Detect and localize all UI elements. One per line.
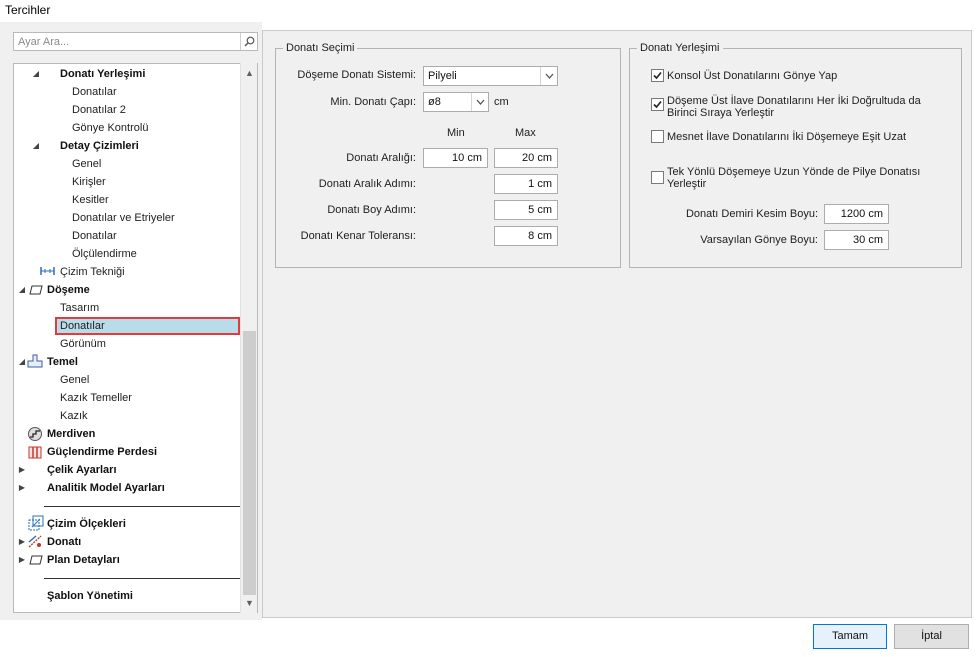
cap-unit: cm: [494, 96, 509, 108]
expand-icon[interactable]: ▶: [17, 461, 27, 479]
aralik-adimi-label: Donatı Aralık Adımı:: [318, 178, 416, 190]
kesim-label: Donatı Demiri Kesim Boyu:: [685, 208, 818, 220]
aralik-adimi-input[interactable]: 1 cm: [494, 174, 558, 194]
ok-button[interactable]: Tamam: [813, 624, 887, 649]
konsol-gonye-checkbox[interactable]: [651, 69, 664, 82]
tree-item-temel-genel[interactable]: Genel: [60, 371, 89, 389]
kesim-input[interactable]: 1200 cm: [824, 204, 889, 224]
tree-item-celik-ayarlari[interactable]: Çelik Ayarları: [47, 461, 117, 479]
sistem-value: Pilyeli: [428, 70, 457, 82]
tree-item-tasarim[interactable]: Tasarım: [60, 299, 99, 317]
tree-item-cizim-teknigi[interactable]: Çizim Tekniği: [60, 263, 125, 281]
tree-item-temel[interactable]: Temel: [47, 353, 78, 371]
cap-value: ø8: [428, 96, 441, 108]
window-title: Tercihler: [5, 3, 51, 17]
collapse-icon[interactable]: ◢: [31, 137, 41, 155]
cap-label: Min. Donatı Çapı:: [330, 96, 416, 108]
kenar-label: Donatı Kenar Toleransı:: [300, 230, 416, 242]
tree-item-kesitler[interactable]: Kesitler: [72, 191, 109, 209]
max-header: Max: [515, 127, 536, 139]
boy-adimi-label: Donatı Boy Adımı:: [327, 204, 416, 216]
expand-icon[interactable]: ▶: [17, 533, 27, 551]
tree-separator: [44, 578, 240, 579]
tree-item-olculendirme[interactable]: Ölçülendirme: [72, 245, 137, 263]
collapse-icon[interactable]: ◢: [17, 281, 27, 299]
cancel-button[interactable]: İptal: [894, 624, 969, 649]
boy-adimi-input[interactable]: 5 cm: [494, 200, 558, 220]
gonye-label: Varsayılan Gönye Boyu:: [700, 234, 818, 246]
rebar-icon: [28, 535, 42, 548]
tek-yonlu-label-line1: Tek Yönlü Döşemeye Uzun Yönde de Pilye D…: [667, 166, 921, 178]
tree-item-kazik[interactable]: Kazık: [60, 407, 88, 425]
foundation-icon: [27, 354, 43, 368]
plan-details-icon: [29, 555, 43, 565]
tree-item-donatilar-detay[interactable]: Donatılar: [72, 227, 117, 245]
tree-item-guclendirme-perdesi[interactable]: Güçlendirme Perdesi: [47, 443, 157, 461]
slab-icon: [29, 285, 43, 295]
ust-ilave-label: Döşeme Üst İlave Donatılarını Her İki Do…: [667, 95, 921, 119]
tree-item-genel[interactable]: Genel: [72, 155, 101, 173]
tree-item-analitik-model[interactable]: Analitik Model Ayarları: [47, 479, 165, 497]
min-header: Min: [447, 127, 465, 139]
collapse-icon[interactable]: ◢: [17, 353, 27, 371]
tree-item-donatilar-2[interactable]: Donatılar 2: [72, 101, 126, 119]
araligi-min-input[interactable]: 10 cm: [423, 148, 488, 168]
konsol-gonye-label: Konsol Üst Donatılarını Gönye Yap: [667, 70, 838, 82]
tree-item-donatilar[interactable]: Donatılar: [72, 83, 117, 101]
collapse-icon[interactable]: ◢: [31, 65, 41, 83]
drawing-technique-icon: [40, 267, 55, 275]
sistem-dropdown[interactable]: Pilyeli: [423, 66, 558, 86]
tree-item-doseme-donatilar[interactable]: Donatılar: [55, 317, 240, 335]
ust-ilave-checkbox[interactable]: [651, 98, 664, 111]
check-icon: [653, 100, 662, 109]
search-icon: [244, 36, 254, 47]
mesnet-ilave-label: Mesnet İlave Donatılarını İki Döşemeye E…: [667, 131, 907, 143]
strengthening-wall-icon: [28, 446, 42, 459]
tek-yonlu-checkbox[interactable]: [651, 171, 664, 184]
tree-item-donati[interactable]: Donatı: [47, 533, 81, 551]
tek-yonlu-label: Tek Yönlü Döşemeye Uzun Yönde de Pilye D…: [667, 166, 920, 190]
tree-item-detay-cizimleri[interactable]: Detay Çizimleri: [60, 137, 139, 155]
tree-item-sablon-yonetimi[interactable]: Şablon Yönetimi: [47, 587, 133, 605]
ust-ilave-label-line2: Birinci Sıraya Yerleştir: [667, 107, 774, 119]
araligi-label: Donatı Aralığı:: [346, 152, 416, 164]
tree-item-kirisler[interactable]: Kirişler: [72, 173, 106, 191]
tree-item-kazik-temeller[interactable]: Kazık Temeller: [60, 389, 132, 407]
cap-dropdown[interactable]: ø8: [423, 92, 489, 112]
tree-item-gorunum[interactable]: Görünüm: [60, 335, 106, 353]
group-title: Donatı Seçimi: [286, 42, 355, 54]
tree-item-merdiven[interactable]: Merdiven: [47, 425, 95, 443]
tree-item-doseme[interactable]: Döşeme: [47, 281, 90, 299]
group-title: Donatı Yerleşimi: [640, 42, 720, 54]
tree-item-donati-yerlesimi[interactable]: Donatı Yerleşimi: [60, 65, 145, 83]
stairs-icon: [28, 427, 42, 441]
araligi-max-input[interactable]: 20 cm: [494, 148, 558, 168]
title-bar: Tercihler: [0, 0, 977, 22]
tek-yonlu-label-line2: Yerleştir: [667, 178, 707, 190]
search-button[interactable]: [240, 33, 257, 50]
scroll-thumb[interactable]: [243, 331, 256, 595]
search-box: [13, 32, 258, 51]
tree-separator: [44, 506, 240, 507]
expand-icon[interactable]: ▶: [17, 551, 27, 569]
tree-item-gonye-kontrolu[interactable]: Gönye Kontrolü: [72, 119, 148, 137]
tree-scrollbar[interactable]: ▲ ▼: [240, 63, 257, 613]
tree-item-donatilar-etriyeler[interactable]: Donatılar ve Etriyeler: [72, 209, 175, 227]
ust-ilave-label-line1: Döşeme Üst İlave Donatılarını Her İki Do…: [667, 95, 921, 107]
chevron-down-icon[interactable]: [471, 93, 488, 111]
sistem-label: Döşeme Donatı Sistemi:: [297, 69, 416, 81]
gonye-input[interactable]: 30 cm: [824, 230, 889, 250]
kenar-input[interactable]: 8 cm: [494, 226, 558, 246]
tree-item-cizim-olcekleri[interactable]: Çizim Ölçekleri: [47, 515, 126, 533]
tree-item-plan-detaylari[interactable]: Plan Detayları: [47, 551, 120, 569]
scroll-down-icon[interactable]: ▼: [241, 595, 258, 611]
check-icon: [653, 71, 662, 80]
search-input[interactable]: [14, 33, 240, 50]
drawing-scales-icon: [28, 515, 44, 531]
expand-icon[interactable]: ▶: [17, 479, 27, 497]
scroll-up-icon[interactable]: ▲: [241, 65, 258, 81]
mesnet-ilave-checkbox[interactable]: [651, 130, 664, 143]
chevron-down-icon[interactable]: [540, 67, 557, 85]
settings-tree: ◢ Donatı Yerleşimi Donatılar Donatılar 2…: [13, 63, 258, 613]
